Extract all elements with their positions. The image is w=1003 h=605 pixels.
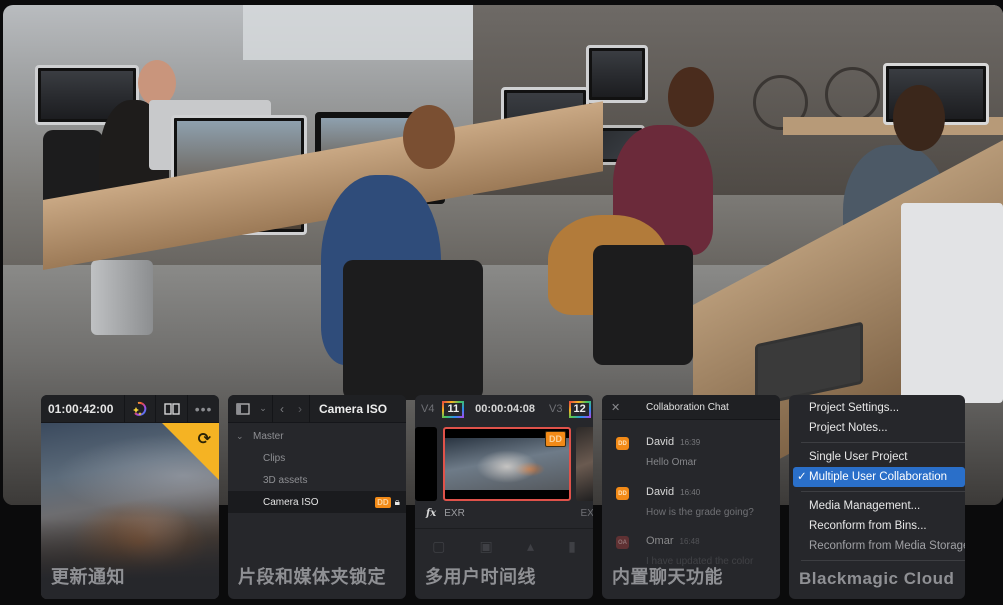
user-badge: DD <box>375 496 391 508</box>
bin-item-master[interactable]: ⌄ Master <box>228 425 406 447</box>
image-icon[interactable]: ▣ <box>480 538 493 555</box>
sidebar-toggle-icon[interactable] <box>232 402 254 415</box>
viewer-toolbar: 01:00:42:00 ••• <box>41 395 219 423</box>
tool-icon[interactable]: ▮ <box>568 538 576 555</box>
avatar: DD <box>616 437 629 450</box>
bicycle-wheel <box>825 67 880 122</box>
color-magic-icon[interactable] <box>125 395 156 423</box>
timeline-clip[interactable] <box>415 427 437 501</box>
chat-title: Collaboration Chat <box>646 401 729 413</box>
card-title: 片段和媒体夹锁定 <box>238 567 386 587</box>
person-head <box>668 67 714 127</box>
card-title: 更新通知 <box>51 567 125 587</box>
author-name: Omar <box>646 535 674 547</box>
message-text: Hello Omar <box>646 457 697 468</box>
card-title: Blackmagic Cloud <box>799 569 955 588</box>
timeline-clip[interactable] <box>576 427 593 501</box>
timeline-tools: ▢ ▣ ▴ ▮ <box>415 528 593 564</box>
imac-back <box>901 203 1003 403</box>
clip-number-badge: 11 <box>442 400 465 418</box>
chair <box>593 245 693 365</box>
fx-icon[interactable]: fx <box>426 508 436 519</box>
clip-timecode: 00:00:04:08 <box>475 403 536 415</box>
person-head <box>893 85 945 151</box>
dual-viewer-icon[interactable] <box>156 395 187 423</box>
back-icon[interactable]: ‹ <box>273 402 291 416</box>
menu-item-media-management[interactable]: Media Management... <box>789 496 965 516</box>
menu-item-reconform-from-bins[interactable]: Reconform from Bins... <box>789 516 965 536</box>
more-options-icon[interactable]: ••• <box>188 395 219 423</box>
message-author: David 16:39 <box>646 436 700 448</box>
chevron-down-icon[interactable]: ⌄ <box>254 403 272 414</box>
bin-label: Clips <box>263 452 286 464</box>
forward-icon[interactable]: › <box>291 402 309 416</box>
person-head <box>403 105 455 169</box>
message-time: 16:48 <box>679 537 700 546</box>
monitor <box>586 45 648 103</box>
menu-item-project-notes[interactable]: Project Notes... <box>789 418 965 438</box>
menu-separator <box>801 491 965 492</box>
author-name: David <box>646 486 675 498</box>
timeline-clip-selected[interactable]: DD <box>443 427 571 501</box>
bin-item-3d-assets[interactable]: 3D assets <box>228 469 406 491</box>
message-time: 16:40 <box>680 488 701 497</box>
card-title: 多用户时间线 <box>425 567 536 587</box>
menu-item-single-user-project[interactable]: Single User Project <box>789 447 965 467</box>
bin-item-clips[interactable]: Clips <box>228 447 406 469</box>
bin-title: Camera ISO <box>319 401 388 416</box>
color-drops-icon[interactable]: ▴ <box>527 538 534 555</box>
menu-separator <box>801 442 965 443</box>
bin-label: 3D assets <box>263 474 308 486</box>
menu-item-reconform-from-media-storage[interactable]: Reconform from Media Storage... <box>789 536 965 556</box>
track-label: V3 <box>549 403 563 415</box>
feature-card-multi-user-timeline[interactable]: V4 11 00:00:04:08 V3 12 DD fx EXR EXR ▢ … <box>415 395 593 599</box>
timeline-header: V4 11 00:00:04:08 V3 12 <box>415 395 593 423</box>
refresh-icon[interactable]: ⟳ <box>198 429 211 449</box>
bin-label: Camera ISO <box>263 496 319 508</box>
card-title: 内置聊天功能 <box>612 567 723 587</box>
message-time: 16:39 <box>680 438 701 447</box>
menu-item-project-settings[interactable]: Project Settings... <box>789 398 965 418</box>
tool-icon[interactable]: ▢ <box>432 538 445 555</box>
message-author: David 16:40 <box>646 486 700 498</box>
chevron-down-icon[interactable]: ⌄ <box>236 431 253 442</box>
egpu <box>91 260 153 335</box>
avatar: OA <box>616 536 629 549</box>
lock-icon[interactable]: 🔒︎ <box>395 497 400 508</box>
message-author: Omar 16:48 <box>646 535 700 547</box>
clip-number-badge: 12 <box>568 400 591 418</box>
feature-card-blackmagic-cloud[interactable]: Project Settings... Project Notes... Sin… <box>789 395 965 599</box>
author-name: David <box>646 436 675 448</box>
bin-tree: ⌄ Master Clips 3D assets Camera ISO DD 🔒… <box>228 425 406 513</box>
clip-format: EXR <box>444 507 465 519</box>
project-menu: Project Settings... Project Notes... Sin… <box>789 398 965 565</box>
bin-toolbar: ⌄ ‹ › Camera ISO <box>228 395 406 423</box>
bin-item-camera-iso[interactable]: Camera ISO DD 🔒︎ <box>228 491 406 513</box>
feature-card-built-in-chat[interactable]: ✕ Collaboration Chat DD David 16:39 Hello… <box>602 395 780 599</box>
avatar: DD <box>616 487 629 500</box>
timecode-display: 01:00:42:00 <box>48 401 114 416</box>
bin-label: Master <box>253 430 284 442</box>
message-text: How is the grade going? <box>646 507 754 518</box>
feature-card-bin-locking[interactable]: ⌄ ‹ › Camera ISO ⌄ Master Clips 3D asset… <box>228 395 406 599</box>
menu-separator <box>801 560 965 561</box>
clip-format: EXR <box>580 507 593 519</box>
track-label: V4 <box>421 403 435 415</box>
menu-item-multiple-user-collaboration[interactable]: ✓ Multiple User Collaboration <box>793 467 965 487</box>
user-badge: DD <box>545 431 566 447</box>
chair <box>343 260 483 400</box>
menu-item-label: Multiple User Collaboration <box>809 471 948 483</box>
clip-info: fx EXR EXR <box>415 504 593 522</box>
feature-card-update-notifications[interactable]: 01:00:42:00 ••• ⟳ 更新通知 <box>41 395 219 599</box>
chat-header: ✕ Collaboration Chat <box>602 395 780 420</box>
checkmark-icon: ✓ <box>797 471 807 483</box>
office-window <box>243 5 473 60</box>
close-icon[interactable]: ✕ <box>611 401 635 414</box>
